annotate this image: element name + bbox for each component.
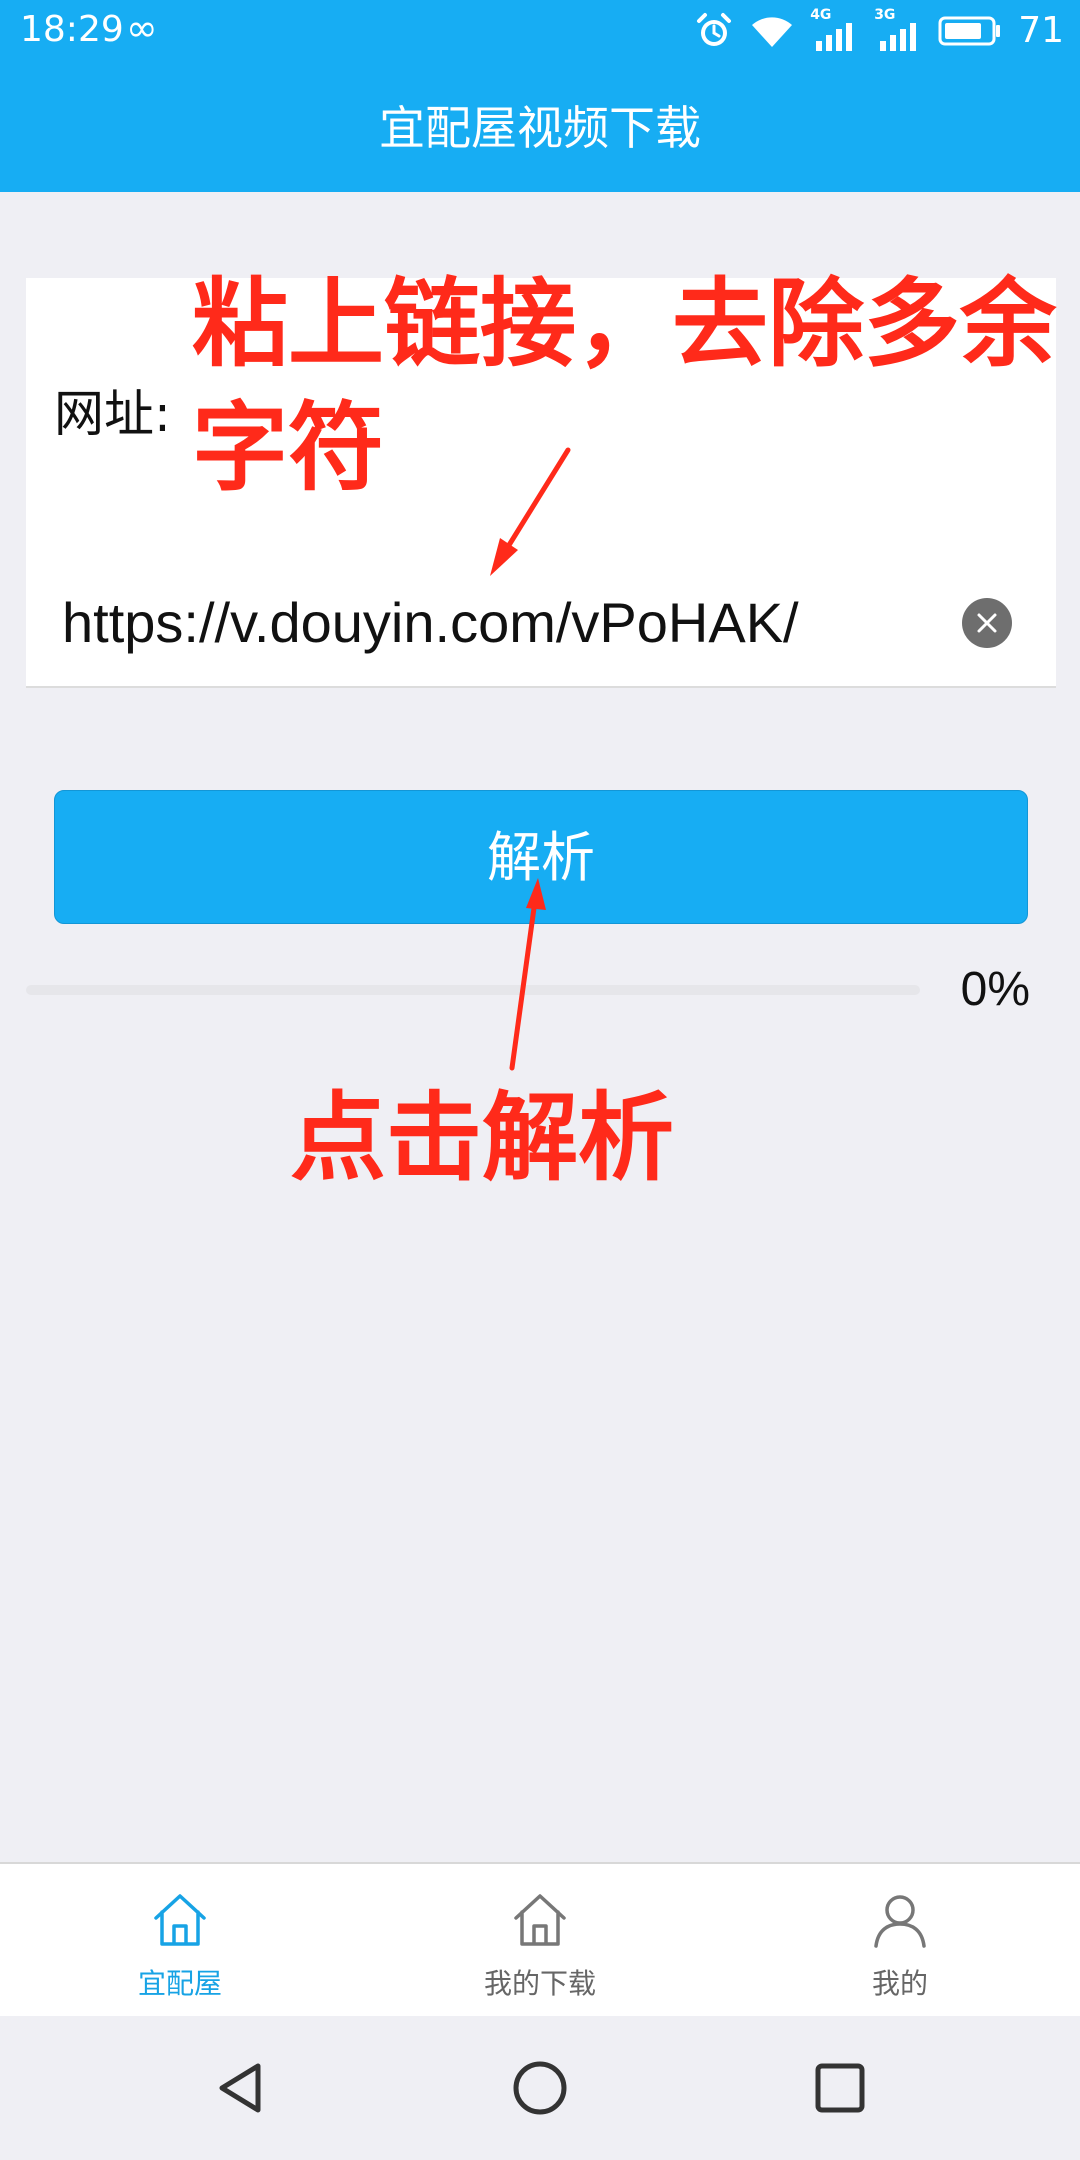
bottom-tab-bar: 宜配屋 我的下载 我的 [0,1862,1080,2018]
home-circle-icon[interactable] [504,2052,576,2124]
tab-profile[interactable]: 我的 [720,1864,1080,2018]
annotation-arrow-to-button [509,878,546,1071]
tab-home-label: 宜配屋 [137,1967,222,2000]
tab-downloads-label: 我的下载 [483,1967,596,2000]
back-icon[interactable] [204,2052,276,2124]
home-icon [150,1890,210,1954]
annotation-arrow-to-input [490,447,571,576]
tab-downloads[interactable]: 我的下载 [360,1864,720,2018]
tab-profile-label: 我的 [871,1967,928,2000]
tab-home[interactable]: 宜配屋 [0,1864,360,2018]
annotation-arrows [490,447,571,1071]
system-nav-bar [0,2016,1080,2160]
home-icon [510,1890,570,1954]
user-icon [870,1890,930,1954]
recents-icon[interactable] [804,2052,876,2124]
